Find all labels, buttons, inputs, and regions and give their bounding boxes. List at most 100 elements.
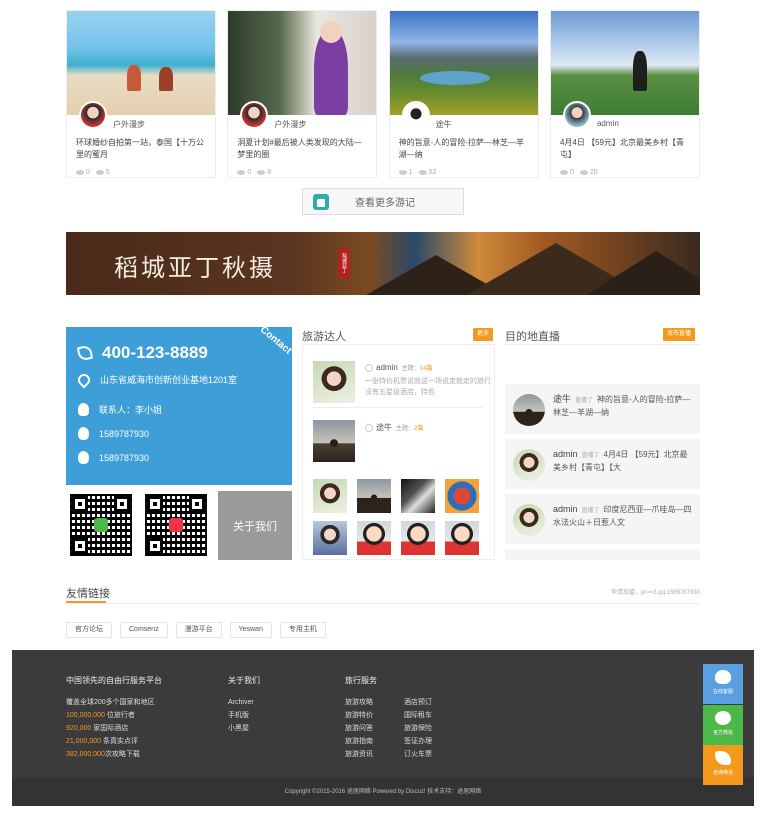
feed-avatar[interactable] bbox=[513, 504, 545, 536]
travelogue-photo[interactable] bbox=[67, 11, 215, 115]
author-avatar[interactable] bbox=[79, 101, 107, 129]
expert-avatar[interactable] bbox=[445, 521, 479, 555]
contact-phone[interactable]: 400-123-8889 bbox=[102, 343, 208, 363]
hotline-label: 咨询电话 bbox=[712, 770, 733, 776]
travelogue-card[interactable]: admin 4月4日 【59元】北京最美乡村【青屯】 0 20 bbox=[549, 10, 700, 178]
experts-title: 旅游达人 bbox=[302, 331, 346, 343]
footer-service-links: 酒店预订 国际租车 旅游保险 签证办理 订火车票 bbox=[404, 696, 432, 761]
view-icon bbox=[95, 169, 104, 175]
expert-avatar[interactable] bbox=[401, 521, 435, 555]
footer-stats: 覆盖全球200多个国家和地区 100,000,000 位旅行者 920,000 … bbox=[66, 699, 155, 758]
footer-link[interactable]: 旅游问答 bbox=[345, 722, 373, 735]
contact-phone-row: 400-123-8889 bbox=[76, 343, 208, 363]
post-live-button[interactable]: 发布直播 bbox=[663, 328, 696, 341]
expert-avatar[interactable] bbox=[313, 479, 347, 513]
feed-avatar[interactable] bbox=[513, 394, 545, 426]
footer-link[interactable]: 旅游攻略 bbox=[345, 696, 373, 709]
travelogue-card[interactable]: 户外漫步 洞夏计划#最后被人类发现的大陆—梦里的圈 0 8 bbox=[227, 10, 378, 178]
like-count: 0 bbox=[86, 169, 90, 176]
qq-icon bbox=[78, 427, 89, 440]
experts-more-button[interactable]: 更多 bbox=[473, 328, 494, 341]
phone-icon bbox=[715, 751, 731, 765]
author-avatar[interactable] bbox=[401, 101, 430, 129]
friend-link[interactable]: 漫游平台 bbox=[175, 622, 222, 638]
more-travelogues-button[interactable]: 查看更多游记 bbox=[302, 188, 464, 215]
feed-item[interactable]: admin 直播了 印度尼西亚—爪哇岛—四水法火山＋日惹人文 bbox=[505, 494, 700, 544]
user-icon bbox=[78, 403, 89, 416]
footer-link[interactable]: 旅游特价 bbox=[345, 709, 373, 722]
travelogue-title[interactable]: 4月4日 【59元】北京最美乡村【青屯】 bbox=[560, 137, 692, 161]
feed-item[interactable]: admin 直播了 4月4日 【59元】北京最美乡村【青屯】【大 bbox=[505, 439, 700, 489]
travelogue-photo[interactable] bbox=[550, 11, 699, 115]
expert-item[interactable]: 途牛 主题：2篇 bbox=[313, 420, 423, 465]
expert-avatar[interactable] bbox=[313, 420, 355, 462]
expert-avatar[interactable] bbox=[445, 479, 479, 513]
author-avatar[interactable] bbox=[240, 101, 269, 129]
travelogue-photo[interactable] bbox=[389, 11, 538, 115]
footer-link[interactable]: 手机版 bbox=[228, 709, 254, 722]
promo-banner[interactable]: 稻城亚丁秋摄 稻城亚丁 bbox=[66, 232, 700, 295]
friend-link[interactable]: 官方论坛 bbox=[66, 622, 112, 638]
footer-link[interactable]: Archiver bbox=[228, 696, 254, 709]
feed-user[interactable]: 途牛 bbox=[553, 394, 571, 404]
footer-link[interactable]: 酒店预订 bbox=[404, 696, 432, 709]
friend-link[interactable]: Comsenz bbox=[120, 622, 168, 638]
travelogue-stats: 1 52 bbox=[398, 169, 436, 176]
expert-avatar-grid bbox=[313, 479, 483, 555]
qr-code bbox=[145, 494, 207, 556]
expert-item[interactable]: admin 主题：14篇 一张特价机票说就这一场说走就走的旅行 没有五星级酒店，特… bbox=[313, 361, 491, 406]
feed-text[interactable]: 神的旨意-人的冒险-拉萨—林芝—羊湖—纳 bbox=[553, 395, 690, 417]
wechat-icon bbox=[94, 518, 108, 532]
footer-link[interactable]: 旅游资讯 bbox=[345, 748, 373, 761]
expert-name[interactable]: admin bbox=[376, 363, 398, 372]
footer-link[interactable]: 旅游指南 bbox=[345, 735, 373, 748]
footer-service-title: 旅行服务 bbox=[345, 676, 377, 685]
contact-qq-row: 1589787930 bbox=[78, 451, 149, 464]
expert-avatar[interactable] bbox=[357, 521, 391, 555]
author-name[interactable]: 户外漫步 bbox=[113, 119, 145, 130]
footer-link[interactable]: 小黑屋 bbox=[228, 722, 254, 735]
feed-item[interactable] bbox=[505, 549, 700, 560]
travelogue-card[interactable]: 户外漫步 环球婚纱自拍第一站，泰国【十万公里的蜜月 0 5 bbox=[66, 10, 216, 178]
hotline-button[interactable]: 咨询电话 bbox=[703, 745, 743, 785]
friend-link[interactable]: 专用主机 bbox=[279, 622, 326, 638]
travelogue-card[interactable]: 途牛 神的旨意-人的冒险-拉萨—林芝—羊湖—纳 1 52 bbox=[388, 10, 539, 178]
expert-avatar[interactable] bbox=[313, 521, 347, 555]
footer-link[interactable]: 订火车票 bbox=[404, 748, 432, 761]
expert-avatar[interactable] bbox=[401, 479, 435, 513]
author-avatar[interactable] bbox=[562, 101, 591, 129]
author-name[interactable]: 途牛 bbox=[436, 119, 452, 130]
expert-avatar[interactable] bbox=[357, 479, 391, 513]
feed-user[interactable]: admin bbox=[553, 449, 578, 459]
contact-qq[interactable]: 1589787930 bbox=[99, 429, 149, 439]
online-service-button[interactable]: 在线客服 bbox=[703, 664, 743, 704]
footer-link[interactable]: 国际租车 bbox=[404, 709, 432, 722]
feed-user[interactable]: admin bbox=[553, 504, 578, 514]
like-count: 1 bbox=[408, 169, 413, 176]
contact-address-row: 山东省威海市创新创业基地1201室 bbox=[75, 371, 237, 388]
travelogue-photo[interactable] bbox=[228, 11, 377, 115]
like-icon bbox=[559, 169, 568, 175]
travelogue-title[interactable]: 神的旨意-人的冒险-拉萨—林芝—羊湖—纳 bbox=[399, 137, 531, 161]
qr-code bbox=[70, 494, 132, 556]
feed-item[interactable]: 途牛 直播了 神的旨意-人的冒险-拉萨—林芝—羊湖—纳 bbox=[505, 384, 700, 434]
contact-qq[interactable]: 1589787930 bbox=[99, 453, 149, 463]
feed-avatar[interactable] bbox=[513, 449, 545, 481]
contact-person: 联系人：李小姐 bbox=[99, 405, 163, 415]
travelogue-title[interactable]: 洞夏计划#最后被人类发现的大陆—梦里的圈 bbox=[237, 137, 369, 161]
author-name[interactable]: admin bbox=[597, 119, 619, 128]
view-icon bbox=[579, 169, 588, 175]
friend-links-list: 官方论坛 Comsenz 漫游平台 Yeswan 专用主机 bbox=[66, 622, 326, 638]
footer-link[interactable]: 签证办理 bbox=[404, 735, 432, 748]
travelogue-title[interactable]: 环球婚纱自拍第一站，泰国【十万公里的蜜月 bbox=[76, 137, 208, 161]
author-name[interactable]: 户外漫步 bbox=[274, 119, 306, 130]
wechat-button[interactable]: 官方微信 bbox=[703, 705, 743, 745]
footer-link[interactable]: 旅游保险 bbox=[404, 722, 432, 735]
about-us-button[interactable]: 关于我们 bbox=[218, 491, 292, 560]
qq-icon bbox=[715, 670, 731, 684]
expert-avatar[interactable] bbox=[313, 361, 355, 403]
expert-name[interactable]: 途牛 bbox=[376, 423, 392, 432]
travelogue-stats: 0 8 bbox=[237, 169, 271, 176]
contact-qq-row: 1589787930 bbox=[78, 427, 149, 440]
friend-link[interactable]: Yeswan bbox=[229, 622, 272, 638]
